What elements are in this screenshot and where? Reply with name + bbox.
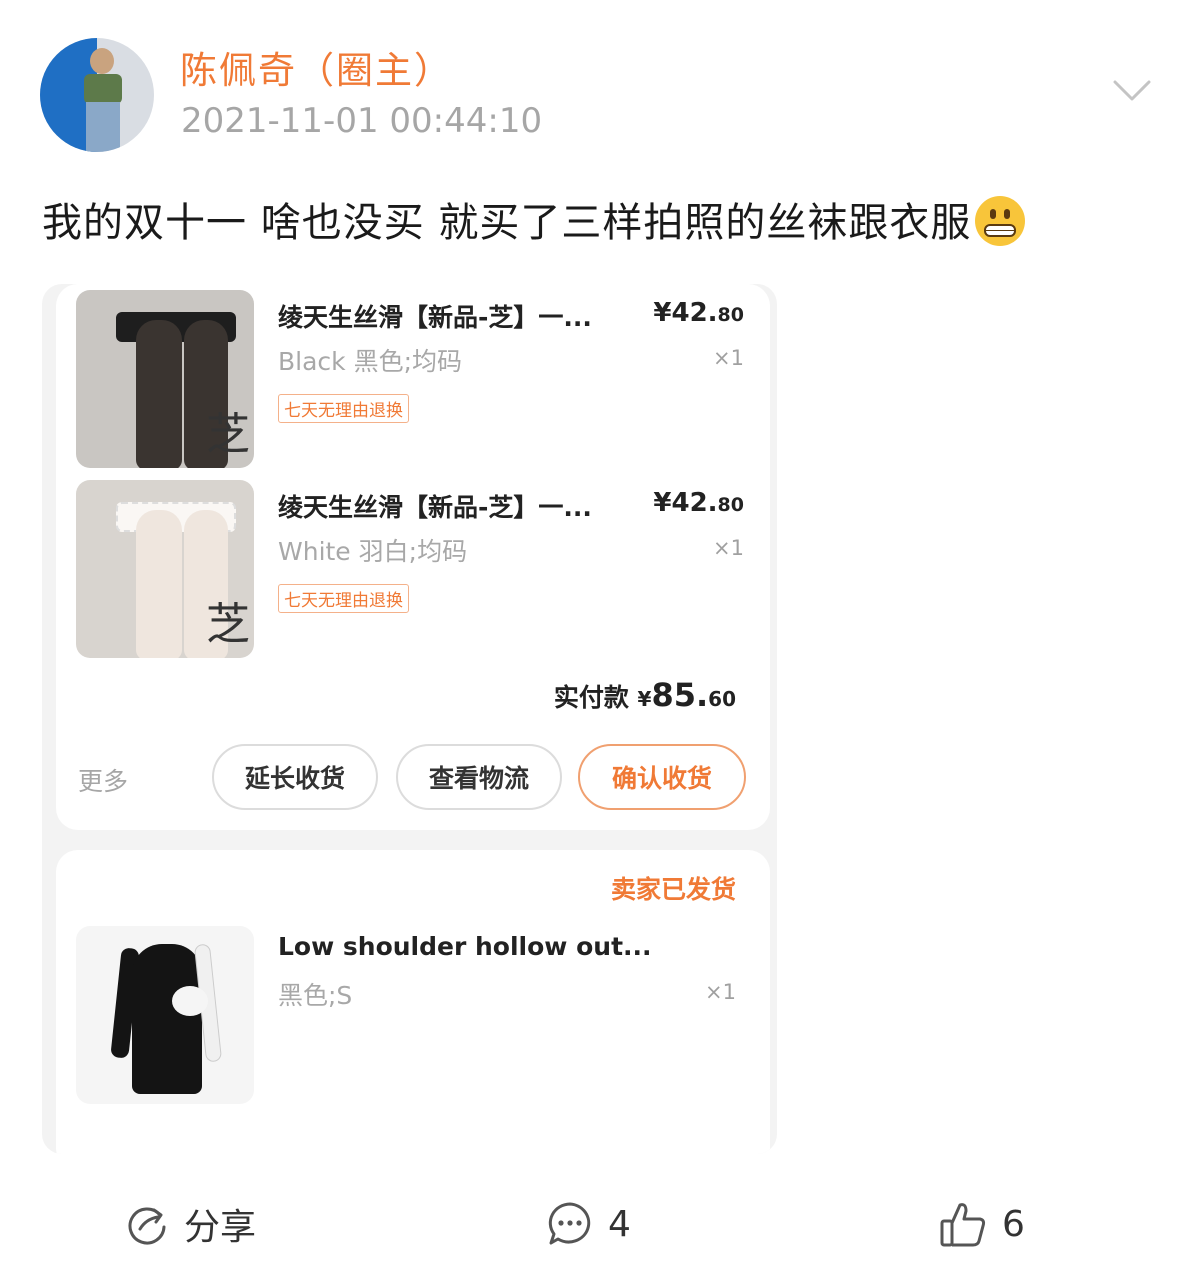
view-logistics-button[interactable]: 查看物流 — [396, 744, 562, 810]
avatar[interactable] — [40, 38, 154, 152]
item-spec: White 羽白;均码 — [278, 537, 468, 566]
comment-count: 4 — [608, 1203, 631, 1245]
item-price-main: ¥42. — [653, 488, 718, 518]
chevron-down-icon[interactable] — [1112, 78, 1152, 104]
item-quantity: ×1 — [713, 346, 744, 370]
total-paid-currency: ¥ — [637, 687, 652, 711]
item-price-decimal: 80 — [717, 494, 744, 516]
item-price-decimal: 80 — [717, 304, 744, 326]
post-image[interactable]: 芝 绫天生丝滑【新品-芝】一... ¥42.80 Black 黑色;均码 ×1 … — [42, 284, 777, 1154]
dress-body — [132, 944, 202, 1094]
share-icon — [128, 1207, 166, 1245]
total-paid: 实付款 ¥85.60 — [554, 676, 736, 714]
comment-icon — [548, 1202, 591, 1245]
stocking-black-thumbnail: 芝 — [76, 290, 254, 468]
item-price-main: ¥42. — [653, 298, 718, 328]
item-title: 绫天生丝滑【新品-芝】一... — [278, 303, 592, 332]
item-quantity: ×1 — [713, 536, 744, 560]
confirm-receipt-button[interactable]: 确认收货 — [578, 744, 746, 810]
dress-cutout — [172, 986, 208, 1016]
item-price: ¥42.80 — [653, 488, 744, 518]
leg — [136, 320, 182, 468]
return-policy-tag: 七天无理由退换 — [278, 584, 409, 613]
avatar-shirt — [84, 74, 122, 104]
author-name[interactable]: 陈佩奇（圈主） — [180, 40, 453, 94]
like-count: 6 — [1002, 1203, 1025, 1245]
item-spec: Black 黑色;均码 — [278, 347, 463, 376]
emoji-eye — [1004, 209, 1011, 219]
share-button[interactable]: 分享 — [124, 1194, 256, 1254]
item-title: 绫天生丝滑【新品-芝】一... — [278, 493, 592, 522]
more-link[interactable]: 更多 — [78, 762, 128, 798]
comment-button[interactable]: 4 — [546, 1194, 631, 1254]
leg — [136, 510, 182, 658]
order-item[interactable]: 芝 绫天生丝滑【新品-芝】一... ¥42.80 Black 黑色;均码 ×1 … — [76, 290, 766, 468]
brand-mark: 芝 — [206, 409, 250, 460]
stocking-white-thumbnail: 芝 — [76, 480, 254, 658]
post-text: 我的双十一 啥也没买 就买了三样拍照的丝袜跟衣服 — [42, 190, 1026, 250]
item-title[interactable]: Low shoulder hollow out... — [278, 932, 652, 961]
like-button[interactable]: 6 — [938, 1194, 1025, 1254]
total-paid-label: 实付款 — [553, 683, 629, 712]
dress-thumbnail[interactable] — [76, 926, 254, 1104]
grimacing-face-icon — [975, 196, 1026, 246]
thumbs-up-icon — [940, 1203, 986, 1247]
order-card: 芝 绫天生丝滑【新品-芝】一... ¥42.80 Black 黑色;均码 ×1 … — [56, 284, 770, 830]
avatar-jeans — [86, 102, 120, 152]
total-paid-decimal: 60 — [708, 687, 736, 711]
order-item[interactable]: 芝 绫天生丝滑【新品-芝】一... ¥42.80 White 羽白;均码 ×1 … — [76, 480, 766, 658]
avatar-head — [90, 48, 114, 74]
emoji-eye — [990, 209, 997, 219]
share-label: 分享 — [184, 1207, 257, 1248]
total-paid-main: 85. — [651, 676, 709, 714]
order-status: 卖家已发货 — [610, 875, 736, 904]
brand-mark: 芝 — [206, 599, 250, 650]
item-price: ¥42.80 — [653, 298, 744, 328]
item-spec: 黑色;S — [278, 981, 353, 1010]
return-policy-tag: 七天无理由退换 — [278, 394, 409, 423]
item-quantity: ×1 — [705, 980, 736, 1004]
extend-receipt-button[interactable]: 延长收货 — [212, 744, 378, 810]
post-timestamp: 2021-11-01 00:44:10 — [181, 101, 543, 141]
order-card: 卖家已发货 Low shoulder hollow out... 黑色;S ×1 — [56, 850, 770, 1154]
post-text-body: 我的双十一 啥也没买 就买了三样拍照的丝袜跟衣服 — [42, 200, 972, 246]
emoji-teeth — [984, 224, 1017, 237]
